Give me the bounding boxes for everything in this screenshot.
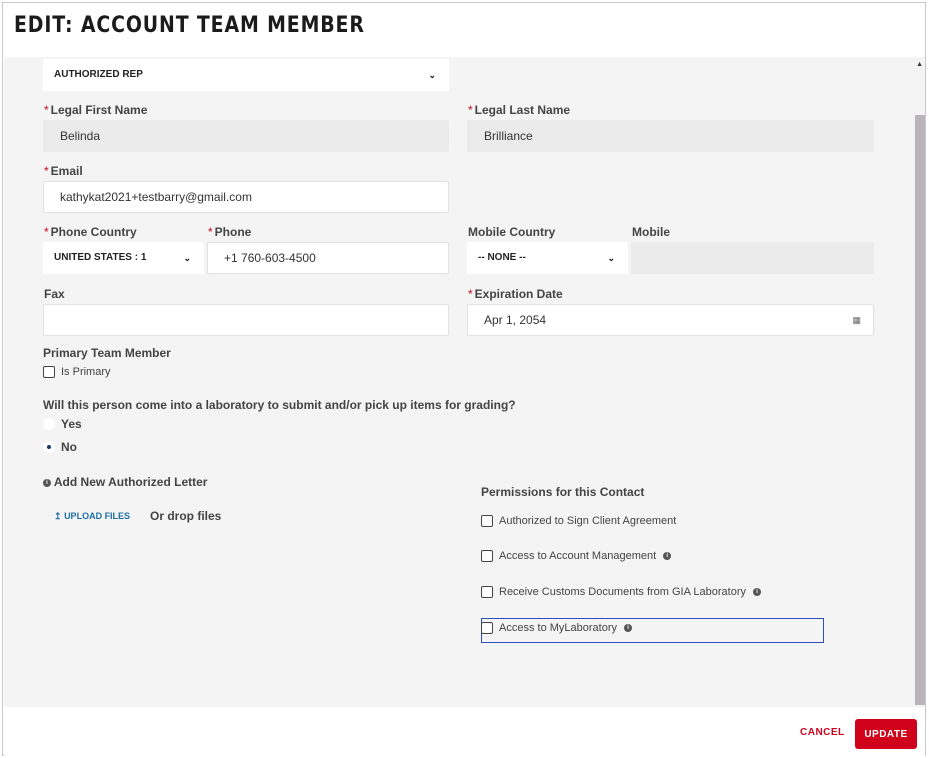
chevron-down-icon: ⌄ bbox=[607, 253, 615, 263]
permission-checkbox-sign-agreement[interactable] bbox=[481, 515, 493, 527]
modal-footer: CANCEL UPDATE bbox=[4, 707, 925, 756]
mobile-country-label: Mobile Country bbox=[468, 225, 556, 239]
chevron-down-icon: ⌄ bbox=[183, 253, 191, 263]
drop-files-label: Or drop files bbox=[150, 509, 222, 523]
modal-title: EDIT: ACCOUNT TEAM MEMBER bbox=[14, 13, 365, 38]
info-icon: i bbox=[43, 478, 51, 487]
lab-question: Will this person come into a laboratory … bbox=[43, 398, 516, 412]
update-button[interactable]: UPDATE bbox=[855, 719, 917, 749]
phone-country-label: * Phone Country bbox=[44, 225, 137, 239]
form-body: AUTHORIZED REP ⌄ * Legal First Name Belin… bbox=[4, 57, 925, 707]
lab-yes-label: Yes bbox=[61, 417, 82, 431]
lab-yes-radio[interactable] bbox=[43, 418, 55, 430]
first-name-label: * Legal First Name bbox=[44, 103, 148, 117]
phone-label: * Phone bbox=[208, 225, 252, 239]
email-label: * Email bbox=[44, 164, 83, 178]
lab-no-radio[interactable] bbox=[43, 441, 55, 453]
mobile-country-value: -- NONE -- bbox=[478, 252, 526, 263]
phone-country-select[interactable]: UNITED STATES : 1 ⌄ bbox=[43, 242, 204, 274]
scrollbar[interactable]: ▲ bbox=[914, 57, 925, 707]
last-name-label: * Legal Last Name bbox=[468, 103, 571, 117]
info-icon[interactable]: i bbox=[624, 624, 633, 633]
expiration-date-field[interactable]: Apr 1, 2054 ▦ bbox=[467, 304, 874, 336]
calendar-icon[interactable]: ▦ bbox=[852, 305, 861, 335]
phone-field[interactable]: +1 760-603-4500 bbox=[207, 242, 449, 274]
permissions-title: Permissions for this Contact bbox=[481, 485, 645, 499]
lab-no-label: No bbox=[61, 440, 77, 454]
is-primary-label: Is Primary bbox=[61, 366, 111, 378]
expiration-date-value: Apr 1, 2054 bbox=[484, 313, 547, 327]
role-select[interactable]: AUTHORIZED REP ⌄ bbox=[43, 59, 449, 91]
phone-country-value: UNITED STATES : 1 bbox=[54, 252, 147, 263]
chevron-down-icon: ⌄ bbox=[428, 70, 436, 80]
upload-icon: ↥ bbox=[54, 511, 62, 521]
info-icon[interactable]: i bbox=[753, 588, 762, 597]
mobile-field[interactable] bbox=[631, 242, 874, 274]
permission-label: Receive Customs Documents from GIA Labor… bbox=[499, 586, 762, 598]
expiration-date-label: * Expiration Date bbox=[468, 287, 563, 301]
fax-label: Fax bbox=[44, 287, 65, 301]
email-field[interactable]: kathykat2021+testbarry@gmail.com bbox=[43, 181, 449, 213]
permission-label: Access to MyLaboratory i bbox=[499, 622, 633, 634]
permission-label: Authorized to Sign Client Agreement bbox=[499, 515, 677, 527]
permission-checkbox-account-management[interactable] bbox=[481, 550, 493, 562]
info-icon[interactable]: i bbox=[663, 552, 672, 561]
mobile-label: Mobile bbox=[632, 225, 670, 239]
fax-field[interactable] bbox=[43, 304, 449, 336]
scrollbar-thumb[interactable] bbox=[915, 115, 925, 705]
permission-label: Access to Account Management i bbox=[499, 550, 672, 562]
authorized-letter-label: i Add New Authorized Letter bbox=[43, 475, 207, 489]
scroll-up-arrow-icon[interactable]: ▲ bbox=[916, 61, 923, 68]
upload-files-button[interactable]: ↥ UPLOAD FILES bbox=[54, 511, 130, 522]
permission-checkbox-customs-documents[interactable] bbox=[481, 586, 493, 598]
mobile-country-select[interactable]: -- NONE -- ⌄ bbox=[467, 242, 628, 274]
first-name-field[interactable]: Belinda bbox=[43, 120, 449, 152]
primary-team-member-label: Primary Team Member bbox=[43, 346, 171, 360]
role-select-value: AUTHORIZED REP bbox=[54, 69, 143, 80]
is-primary-checkbox[interactable] bbox=[43, 366, 55, 378]
permission-checkbox-mylaboratory[interactable] bbox=[481, 622, 493, 634]
last-name-field[interactable]: Brilliance bbox=[467, 120, 874, 152]
edit-account-team-member-modal: EDIT: ACCOUNT TEAM MEMBER AUTHORIZED REP… bbox=[2, 2, 926, 756]
cancel-button[interactable]: CANCEL bbox=[800, 727, 845, 738]
